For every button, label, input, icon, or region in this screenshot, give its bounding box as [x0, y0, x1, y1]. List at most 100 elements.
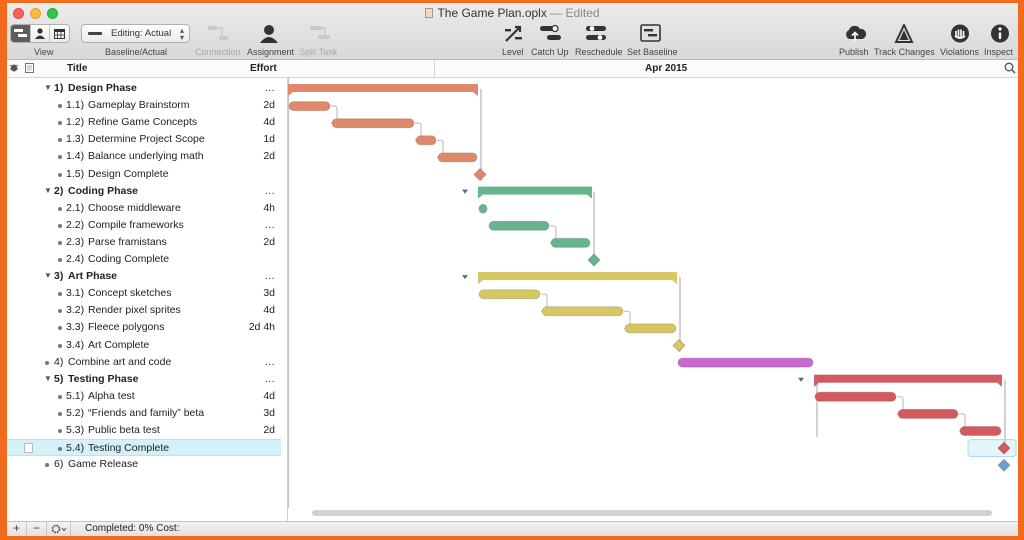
task-row[interactable]: 1.2) Refine Game Concepts 4d — [7, 114, 281, 131]
task-row[interactable]: ▼ 1) Design Phase… — [7, 80, 281, 97]
split-task-icon[interactable] — [309, 24, 331, 45]
bug-icon[interactable] — [9, 62, 19, 75]
task-bar[interactable] — [488, 220, 550, 231]
disclosure-triangle-icon[interactable]: ▼ — [44, 271, 52, 280]
task-title[interactable]: Gameplay Brainstorm — [88, 99, 190, 111]
task-effort[interactable]: 2d — [263, 150, 275, 162]
track-changes-icon[interactable] — [894, 22, 914, 46]
task-row[interactable]: 1.4) Balance underlying math 2d — [7, 148, 281, 165]
phase-bar-end-cap[interactable] — [288, 92, 478, 96]
task-effort[interactable]: … — [265, 219, 276, 231]
task-title[interactable]: Parse framistans — [88, 236, 167, 248]
task-effort[interactable]: 4h — [263, 202, 275, 214]
task-effort[interactable]: 4d — [263, 304, 275, 316]
note-column-icon[interactable] — [25, 63, 34, 76]
connection-icon[interactable] — [207, 24, 229, 45]
task-bar[interactable] — [331, 118, 415, 129]
task-title[interactable]: Alpha test — [88, 390, 135, 402]
task-effort[interactable]: 2d — [263, 236, 275, 248]
milestone-marker[interactable] — [672, 338, 686, 353]
task-title[interactable]: Design Phase — [68, 82, 137, 94]
phase-collapse-icon[interactable] — [462, 275, 468, 280]
catch-up-icon[interactable] — [539, 24, 563, 46]
task-effort[interactable]: 4d — [263, 390, 275, 402]
phase-summary-bar[interactable] — [288, 84, 478, 92]
task-effort[interactable]: 2d — [263, 424, 275, 436]
zoom-icon[interactable] — [1004, 62, 1016, 77]
task-title[interactable]: Determine Project Scope — [88, 133, 205, 145]
inspect-icon[interactable] — [990, 24, 1010, 46]
task-title[interactable]: Public beta test — [88, 424, 160, 436]
set-baseline-icon[interactable] — [640, 24, 662, 46]
milestone-marker[interactable] — [997, 458, 1011, 472]
task-bar[interactable] — [415, 135, 437, 146]
note-checkbox[interactable] — [24, 443, 33, 454]
task-bar[interactable] — [550, 237, 591, 248]
violations-icon[interactable] — [950, 24, 970, 46]
action-gear-button[interactable] — [47, 522, 71, 536]
task-title[interactable]: “Friends and family” beta — [88, 407, 204, 419]
task-title[interactable]: Coding Phase — [68, 185, 138, 197]
gantt-left-rail[interactable] — [288, 78, 290, 508]
task-row[interactable]: ▼ 5) Testing Phase… — [7, 371, 281, 388]
task-effort[interactable]: 2d 4h — [249, 321, 275, 333]
task-row[interactable]: 5.1) Alpha test 4d — [7, 388, 281, 405]
task-row[interactable]: 5.4) Testing Complete — [7, 439, 281, 457]
task-title[interactable]: Fleece polygons — [88, 321, 164, 333]
task-title[interactable]: Game Release — [68, 458, 138, 470]
task-effort[interactable]: 2d — [263, 99, 275, 111]
task-bar[interactable] — [814, 391, 897, 402]
task-row[interactable]: 2.4) Coding Complete — [7, 251, 281, 268]
task-effort[interactable]: 4d — [263, 116, 275, 128]
task-row[interactable]: 2.3) Parse framistans 2d — [7, 234, 281, 251]
milestone-marker[interactable] — [473, 167, 487, 182]
task-effort[interactable]: … — [265, 82, 276, 94]
task-title[interactable]: Art Complete — [88, 339, 149, 351]
calendar-view-icon[interactable] — [50, 25, 69, 42]
reschedule-icon[interactable] — [585, 24, 609, 46]
task-row[interactable]: 4) Combine art and code… — [7, 354, 281, 371]
task-row[interactable]: 3.4) Art Complete — [7, 337, 281, 354]
task-row[interactable]: 5.2) “Friends and family” beta 3d — [7, 405, 281, 422]
task-effort[interactable]: … — [265, 356, 276, 368]
phase-bar-end-cap[interactable] — [478, 280, 677, 285]
task-bar[interactable] — [897, 408, 959, 419]
task-row[interactable]: 6) Game Release — [7, 456, 281, 473]
disclosure-triangle-icon[interactable]: ▼ — [44, 83, 52, 92]
task-title[interactable]: Design Complete — [88, 168, 169, 180]
task-bar[interactable] — [541, 306, 624, 317]
task-effort[interactable]: 1d — [263, 133, 275, 145]
task-bar[interactable] — [624, 323, 677, 334]
task-effort[interactable]: … — [265, 373, 276, 385]
task-bar[interactable] — [677, 357, 814, 368]
task-effort[interactable]: 3d — [263, 287, 275, 299]
task-effort[interactable]: … — [265, 270, 276, 282]
task-effort[interactable]: … — [265, 185, 276, 197]
task-title[interactable]: Concept sketches — [88, 287, 171, 299]
disclosure-triangle-icon[interactable]: ▼ — [44, 374, 52, 383]
task-row[interactable]: ▼ 3) Art Phase… — [7, 268, 281, 285]
task-title[interactable]: Combine art and code — [68, 356, 171, 368]
phase-collapse-icon[interactable] — [462, 189, 468, 194]
task-title[interactable]: Choose middleware — [88, 202, 181, 214]
task-title[interactable]: Testing Complete — [88, 442, 169, 454]
phase-summary-bar[interactable] — [478, 186, 592, 195]
task-title[interactable]: Refine Game Concepts — [88, 116, 197, 128]
task-row[interactable]: 1.1) Gameplay Brainstorm 2d — [7, 97, 281, 114]
task-row[interactable]: 2.1) Choose middleware 4h — [7, 200, 281, 217]
phase-summary-bar[interactable] — [814, 374, 1002, 383]
task-bar[interactable] — [437, 152, 478, 163]
publish-icon[interactable] — [843, 24, 867, 46]
level-icon[interactable] — [504, 24, 524, 46]
phase-collapse-icon[interactable] — [798, 377, 804, 382]
disclosure-triangle-icon[interactable]: ▼ — [44, 186, 52, 195]
task-row[interactable]: 3.2) Render pixel sprites 4d — [7, 302, 281, 319]
phase-bar-end-cap[interactable] — [814, 382, 1002, 387]
task-title[interactable]: Art Phase — [68, 270, 117, 282]
phase-summary-bar[interactable] — [478, 272, 677, 281]
task-title[interactable]: Coding Complete — [88, 253, 169, 265]
task-title[interactable]: Balance underlying math — [88, 150, 204, 162]
task-bar[interactable] — [959, 426, 1002, 436]
phase-bar-end-cap[interactable] — [478, 194, 592, 199]
horizontal-scrollbar[interactable] — [312, 510, 992, 516]
